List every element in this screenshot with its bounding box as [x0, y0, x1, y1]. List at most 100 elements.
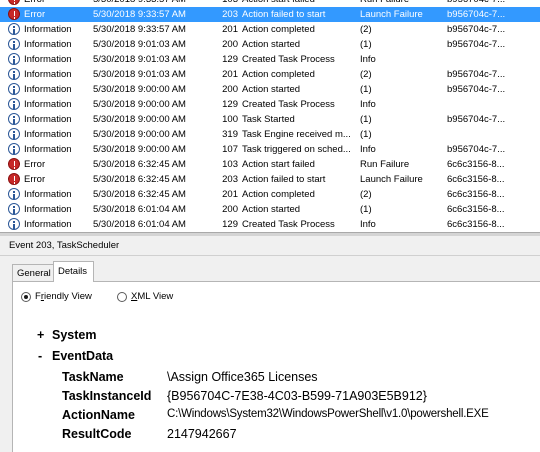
system-expand-toggle[interactable]: + [37, 328, 44, 342]
eventdata-collapse-toggle[interactable]: - [38, 349, 42, 363]
event-date: 5/30/2018 9:33:57 AM [93, 9, 186, 20]
event-level-cell: Information [8, 67, 88, 82]
event-level: Information [24, 144, 72, 155]
tab-general[interactable]: General [12, 264, 54, 282]
event-correlation-id: b956704c-7... [447, 84, 506, 95]
event-row[interactable]: Information 5/30/2018 9:33:57 AM 201 Action… [0, 22, 540, 37]
event-detail-header: Event 203, TaskScheduler [0, 236, 540, 256]
event-opcode: (2) [360, 69, 372, 80]
event-opcode: (1) [360, 39, 372, 50]
event-id: 203 [222, 9, 238, 20]
event-row[interactable]: Information 5/30/2018 9:00:00 AM 107 Task t… [0, 142, 540, 157]
event-task-category: Task Engine received m... [242, 129, 351, 140]
event-row[interactable]: Error 5/30/2018 9:33:57 AM103 Action start… [0, 0, 540, 7]
information-icon [8, 218, 20, 230]
event-task-category: Created Task Process [242, 54, 335, 65]
field-value-taskname: \Assign Office365 Licenses [167, 370, 318, 384]
system-node-label[interactable]: System [52, 328, 96, 342]
event-level: Error [24, 174, 46, 185]
friendly-view-option[interactable]: Friendly View [21, 290, 111, 304]
event-id: 129 [222, 219, 238, 230]
event-list[interactable]: Error 5/30/2018 9:33:57 AM 103 Action start… [0, 0, 540, 232]
event-correlation-id: b956704c-7... [447, 39, 506, 50]
event-level-cell: Information [8, 97, 88, 112]
event-row[interactable]: Information 5/30/2018 9:00:00 AM 129 Create… [0, 97, 540, 112]
event-level: Information [24, 69, 72, 80]
event-id: 203 [222, 174, 238, 185]
event-row[interactable]: Information 5/30/2018 6:01:04 AM 129 Create… [0, 217, 540, 232]
event-row[interactable]: Information 5/30/2018 6:01:04 AM 200 Action… [0, 202, 540, 217]
event-row[interactable]: Information 5/30/2018 9:00:00 AM 319 Task E… [0, 127, 540, 142]
event-row[interactable]: Error 5/30/2018 9:33:57 AM 203 Action faile… [0, 7, 540, 22]
event-id: 201 [222, 69, 238, 80]
event-task-category: Action failed to start [242, 9, 326, 20]
information-icon [8, 68, 20, 80]
event-correlation-id [447, 97, 540, 112]
event-correlation-id [447, 52, 540, 67]
event-level-cell: Information [8, 37, 88, 52]
field-value-resultcode: 2147942667 [167, 427, 237, 441]
event-row[interactable]: Information 5/30/2018 6:32:45 AM 201 Action… [0, 187, 540, 202]
event-level: Information [24, 99, 72, 110]
error-icon [8, 158, 20, 170]
event-row[interactable]: Information 5/30/2018 9:01:03 AM 201 Action… [0, 67, 540, 82]
friendly-view-label[interactable]: Friendly View [35, 290, 92, 304]
event-id: 201 [222, 24, 238, 35]
event-task-category: Action completed [242, 24, 315, 35]
event-opcode: (1) [360, 84, 372, 95]
event-row[interactable]: Information 5/30/2018 9:01:03 AM 129 Create… [0, 52, 540, 67]
event-opcode: Info [360, 54, 376, 65]
event-row[interactable]: Error 5/30/2018 6:32:45 AM 203 Action faile… [0, 172, 540, 187]
eventdata-node-label[interactable]: EventData [52, 349, 113, 363]
event-row[interactable]: Information 5/30/2018 9:00:00 AM 100 Task S… [0, 112, 540, 127]
event-opcode: (1) [360, 114, 372, 125]
event-date: 5/30/2018 9:01:03 AM [93, 54, 186, 65]
information-icon [8, 113, 20, 125]
event-date: 5/30/2018 6:32:45 AM [93, 189, 186, 200]
event-id: 100 [222, 114, 238, 125]
event-correlation-id: b956704c-7... [447, 114, 506, 125]
event-date: 5/30/2018 6:32:45 AM [93, 159, 186, 170]
event-date: 5/30/2018 9:01:03 AM [93, 39, 186, 50]
field-name-taskinstanceid: TaskInstanceId [62, 389, 152, 403]
event-correlation-id: b956704c-7... [447, 144, 506, 155]
event-task-category: Action completed [242, 189, 315, 200]
event-correlation-id: 6c6c3156-8... [447, 189, 505, 200]
event-opcode: Info [360, 144, 376, 155]
information-icon [8, 53, 20, 65]
event-opcode: Info [360, 99, 376, 110]
event-level-cell: Information [8, 217, 88, 232]
field-name-actionname: ActionName [62, 408, 135, 422]
xml-view-label[interactable]: XML View [131, 290, 173, 304]
event-level: Information [24, 84, 72, 95]
event-correlation-id: b956704c-7... [447, 69, 506, 80]
friendly-view-radio[interactable] [21, 292, 31, 302]
event-level-cell: Information [8, 52, 88, 67]
xml-view-option[interactable]: XML View [117, 290, 197, 304]
event-date: 5/30/2018 6:01:04 AM [93, 219, 186, 230]
event-level-cell: Information [8, 187, 88, 202]
event-row[interactable]: Information 5/30/2018 9:00:00 AM 200 Action… [0, 82, 540, 97]
event-task-category: Created Task Process [242, 99, 335, 110]
event-id: 103 [213, 0, 238, 7]
event-correlation-id: 6c6c3156-8... [447, 174, 505, 185]
event-correlation-id: b956704c-7... [447, 24, 506, 35]
event-level: Information [24, 39, 72, 50]
event-level: Information [24, 54, 72, 65]
event-level-cell: Information [8, 142, 88, 157]
xml-view-radio[interactable] [117, 292, 127, 302]
event-date: 5/30/2018 9:00:00 AM [93, 84, 186, 95]
event-task-category: Action started [242, 204, 301, 215]
event-row[interactable]: Error 5/30/2018 6:32:45 AM 103 Action start… [0, 157, 540, 172]
information-icon [8, 98, 20, 110]
information-icon [8, 23, 20, 35]
event-id: 201 [222, 189, 238, 200]
event-row[interactable]: Information 5/30/2018 9:01:03 AM 200 Action… [0, 37, 540, 52]
event-correlation-id: 6c6c3156-8... [447, 219, 505, 230]
error-icon [8, 8, 20, 20]
event-level-cell: Information [8, 127, 88, 142]
event-level-cell: Error [8, 172, 88, 187]
event-correlation-id: b956704c-7... [447, 9, 506, 20]
field-value-taskinstanceid: {B956704C-7E38-4C03-B599-71A903E5B912} [167, 389, 427, 403]
tab-details[interactable]: Details [53, 261, 94, 282]
